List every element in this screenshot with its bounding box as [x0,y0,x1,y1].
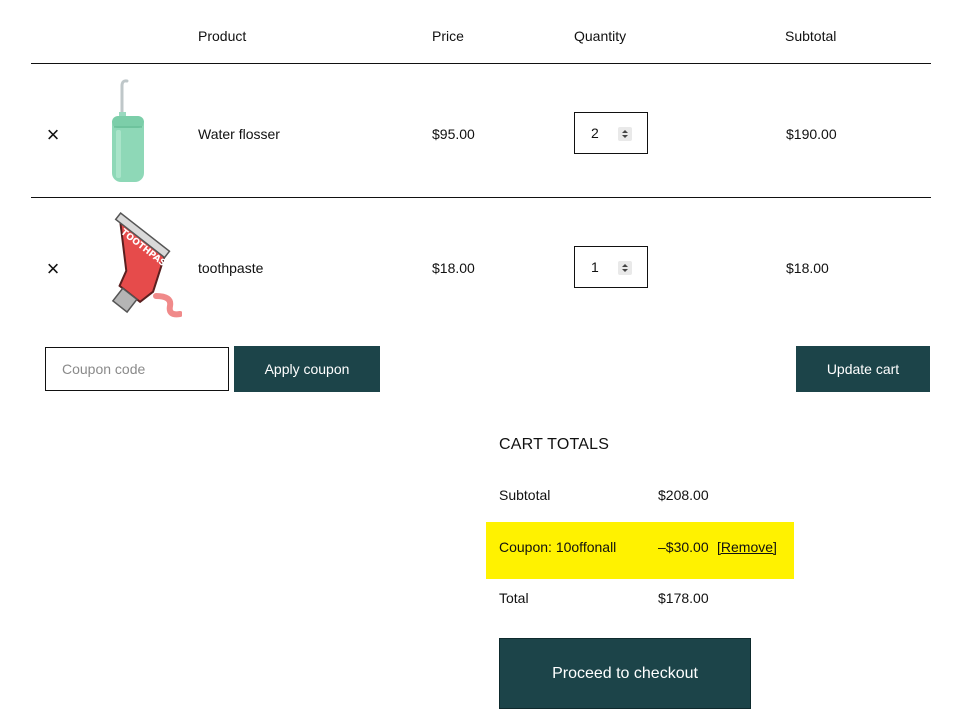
totals-total-label: Total [499,590,529,606]
quantity-value: 2 [591,125,599,141]
totals-total-value: $178.00 [658,590,709,606]
remove-item-button[interactable]: × [42,258,64,280]
cart-totals-heading: CART TOTALS [499,436,610,453]
quantity-stepper-icon[interactable] [618,261,632,275]
product-subtotal: $18.00 [786,260,829,276]
product-price: $18.00 [432,260,475,276]
totals-subtotal-label: Subtotal [499,487,551,503]
product-name-link[interactable]: toothpaste [198,260,263,276]
remove-coupon-link[interactable]: [Remove] [717,539,777,555]
header-product: Product [198,28,247,44]
product-name-link[interactable]: Water flosser [198,126,280,142]
product-price: $95.00 [432,126,475,142]
row-divider [31,197,931,198]
proceed-to-checkout-button[interactable]: Proceed to checkout [499,638,751,709]
remove-item-button[interactable]: × [42,124,64,146]
quantity-input[interactable]: 1 [574,246,648,288]
quantity-stepper-icon[interactable] [618,127,632,141]
header-price: Price [432,28,464,44]
quantity-input[interactable]: 2 [574,112,648,154]
water-flosser-icon [112,79,144,182]
quantity-value: 1 [591,259,599,275]
update-cart-button[interactable]: Update cart [796,346,930,392]
header-quantity: Quantity [574,28,627,44]
applied-coupon-discount: –$30.00 [658,539,709,555]
header-subtotal: Subtotal [785,28,837,44]
header-divider [31,63,931,64]
apply-coupon-button[interactable]: Apply coupon [234,346,380,392]
product-image-toothpaste[interactable]: TOOTHPASTE [72,210,183,320]
product-subtotal: $190.00 [786,126,837,142]
product-image-water-flosser[interactable] [100,78,156,184]
coupon-code-input[interactable] [45,347,229,391]
totals-subtotal-value: $208.00 [658,487,709,503]
applied-coupon-label: Coupon: 10offonall [499,539,617,555]
toothpaste-tube-icon: TOOTHPASTE [111,212,183,318]
